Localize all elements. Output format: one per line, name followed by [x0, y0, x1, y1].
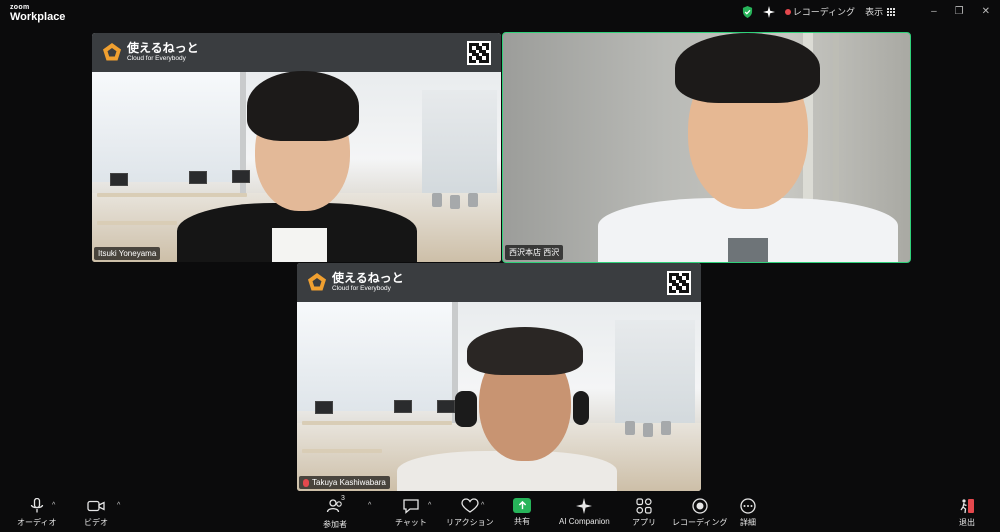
participant-name: 西沢本店 西沢: [509, 248, 560, 257]
chair: [661, 421, 671, 435]
minimize-button[interactable]: –: [931, 6, 937, 17]
ai-companion-label: AI Companion: [559, 517, 610, 526]
ai-sparkle-icon: [576, 498, 593, 514]
qr-code: [467, 41, 491, 65]
participants-count-badge: 3: [341, 495, 345, 502]
audio-options-caret[interactable]: ^: [52, 502, 55, 509]
monitor: [315, 401, 333, 414]
recording-button[interactable]: レコーディング: [672, 498, 727, 528]
chair: [468, 193, 478, 207]
share-button[interactable]: 共有: [513, 498, 531, 527]
security-shield-icon[interactable]: [742, 5, 753, 18]
recording-label: レコーディング: [792, 7, 856, 17]
more-dots-icon: [740, 498, 756, 514]
company-logo: 使えるねっと Cloud for Everybody: [307, 271, 404, 293]
video-tile-3[interactable]: 使えるねっと Cloud for Everybody Takuya Kashiw…: [297, 263, 701, 491]
monitor: [110, 173, 128, 186]
chair: [643, 423, 653, 437]
monitor: [232, 170, 250, 183]
logo-subtitle: Cloud for Everybody: [127, 55, 186, 63]
logo-title: 使えるねっと: [332, 271, 404, 285]
apps-label: アプリ: [632, 518, 656, 527]
pentagon-logo-icon: [103, 43, 121, 61]
participants-button[interactable]: 3 参加者: [323, 495, 347, 530]
company-logo: 使えるねっと Cloud for Everybody: [102, 41, 199, 63]
heart-icon: [461, 498, 479, 513]
participants-label: 参加者: [323, 520, 347, 529]
desk: [302, 449, 382, 453]
microphone-icon: [30, 498, 43, 513]
video-options-caret[interactable]: ^: [117, 502, 120, 509]
logo-subtitle: Cloud for Everybody: [332, 285, 391, 293]
participant-name-tag: 西沢本店 西沢: [505, 245, 564, 260]
title-bar: zoom Workplace レコーディング 表示 – ❐ ✕: [0, 0, 1000, 26]
grid-view-icon: [887, 7, 896, 16]
apps-button[interactable]: アプリ: [632, 498, 656, 528]
brand-large: Workplace: [10, 11, 66, 23]
desk: [97, 193, 247, 197]
audio-label: オーディオ: [17, 518, 57, 527]
leave-label: 退出: [959, 518, 975, 527]
video-button[interactable]: ビデオ: [84, 498, 108, 528]
reactions-options-caret[interactable]: ^: [481, 502, 484, 509]
participant-name-tag: Itsuki Yoneyama: [94, 247, 161, 260]
view-label: 表示: [865, 7, 884, 17]
video-camera-icon: [87, 500, 105, 512]
leave-button[interactable]: 退出: [958, 498, 976, 528]
chair: [432, 193, 442, 207]
brand-small: zoom: [10, 4, 30, 11]
desk: [97, 221, 177, 225]
video-tile-1[interactable]: 使えるねっと Cloud for Everybody Itsuki Yoneya…: [92, 33, 501, 262]
participant-name: Itsuki Yoneyama: [98, 249, 157, 258]
chair: [625, 421, 635, 435]
participant-name-tag: Takuya Kashiwabara: [299, 476, 390, 489]
chair: [450, 195, 460, 209]
app-brand: zoom Workplace: [10, 4, 65, 23]
maximize-button[interactable]: ❐: [955, 6, 964, 17]
share-screen-icon: [513, 498, 531, 513]
more-label: 詳細: [740, 518, 756, 527]
share-label: 共有: [514, 517, 530, 526]
monitor: [437, 400, 455, 413]
reactions-button[interactable]: リアクション: [446, 498, 494, 528]
view-menu[interactable]: 表示: [865, 5, 896, 18]
chat-options-caret[interactable]: ^: [428, 502, 431, 509]
leave-icon: [960, 499, 974, 514]
close-window-button[interactable]: ✕: [982, 6, 990, 17]
reactions-label: リアクション: [446, 518, 494, 527]
recording-label: レコーディング: [672, 518, 728, 527]
monitor: [189, 171, 207, 184]
logo-title: 使えるねっと: [127, 41, 199, 55]
meeting-toolbar: オーディオ ^ ビデオ ^ 3 参加者 ^ チャット ^ リアクション ^ 共有…: [0, 492, 1000, 532]
window-area: [92, 71, 242, 182]
muted-mic-icon: [303, 478, 309, 487]
ai-sparkle-icon[interactable]: [762, 5, 775, 18]
apps-icon: [636, 498, 652, 514]
video-tile-2[interactable]: 西沢本店 西沢: [502, 32, 911, 263]
monitor: [394, 400, 412, 413]
record-icon: [692, 498, 708, 514]
record-dot-icon: [784, 8, 791, 15]
video-label: ビデオ: [84, 518, 108, 527]
chat-button[interactable]: チャット: [395, 498, 427, 528]
more-button[interactable]: 詳細: [739, 498, 757, 528]
participants-options-caret[interactable]: ^: [368, 502, 371, 509]
chat-bubble-icon: [403, 499, 419, 514]
audio-button[interactable]: オーディオ: [17, 498, 56, 528]
qr-code: [667, 271, 691, 295]
recording-indicator[interactable]: レコーディング: [784, 5, 856, 18]
desk: [302, 421, 452, 425]
participant-name: Takuya Kashiwabara: [312, 478, 386, 487]
chat-label: チャット: [395, 518, 427, 527]
pentagon-logo-icon: [308, 273, 326, 291]
ai-companion-button[interactable]: AI Companion: [559, 498, 610, 526]
window-area: [297, 301, 457, 412]
